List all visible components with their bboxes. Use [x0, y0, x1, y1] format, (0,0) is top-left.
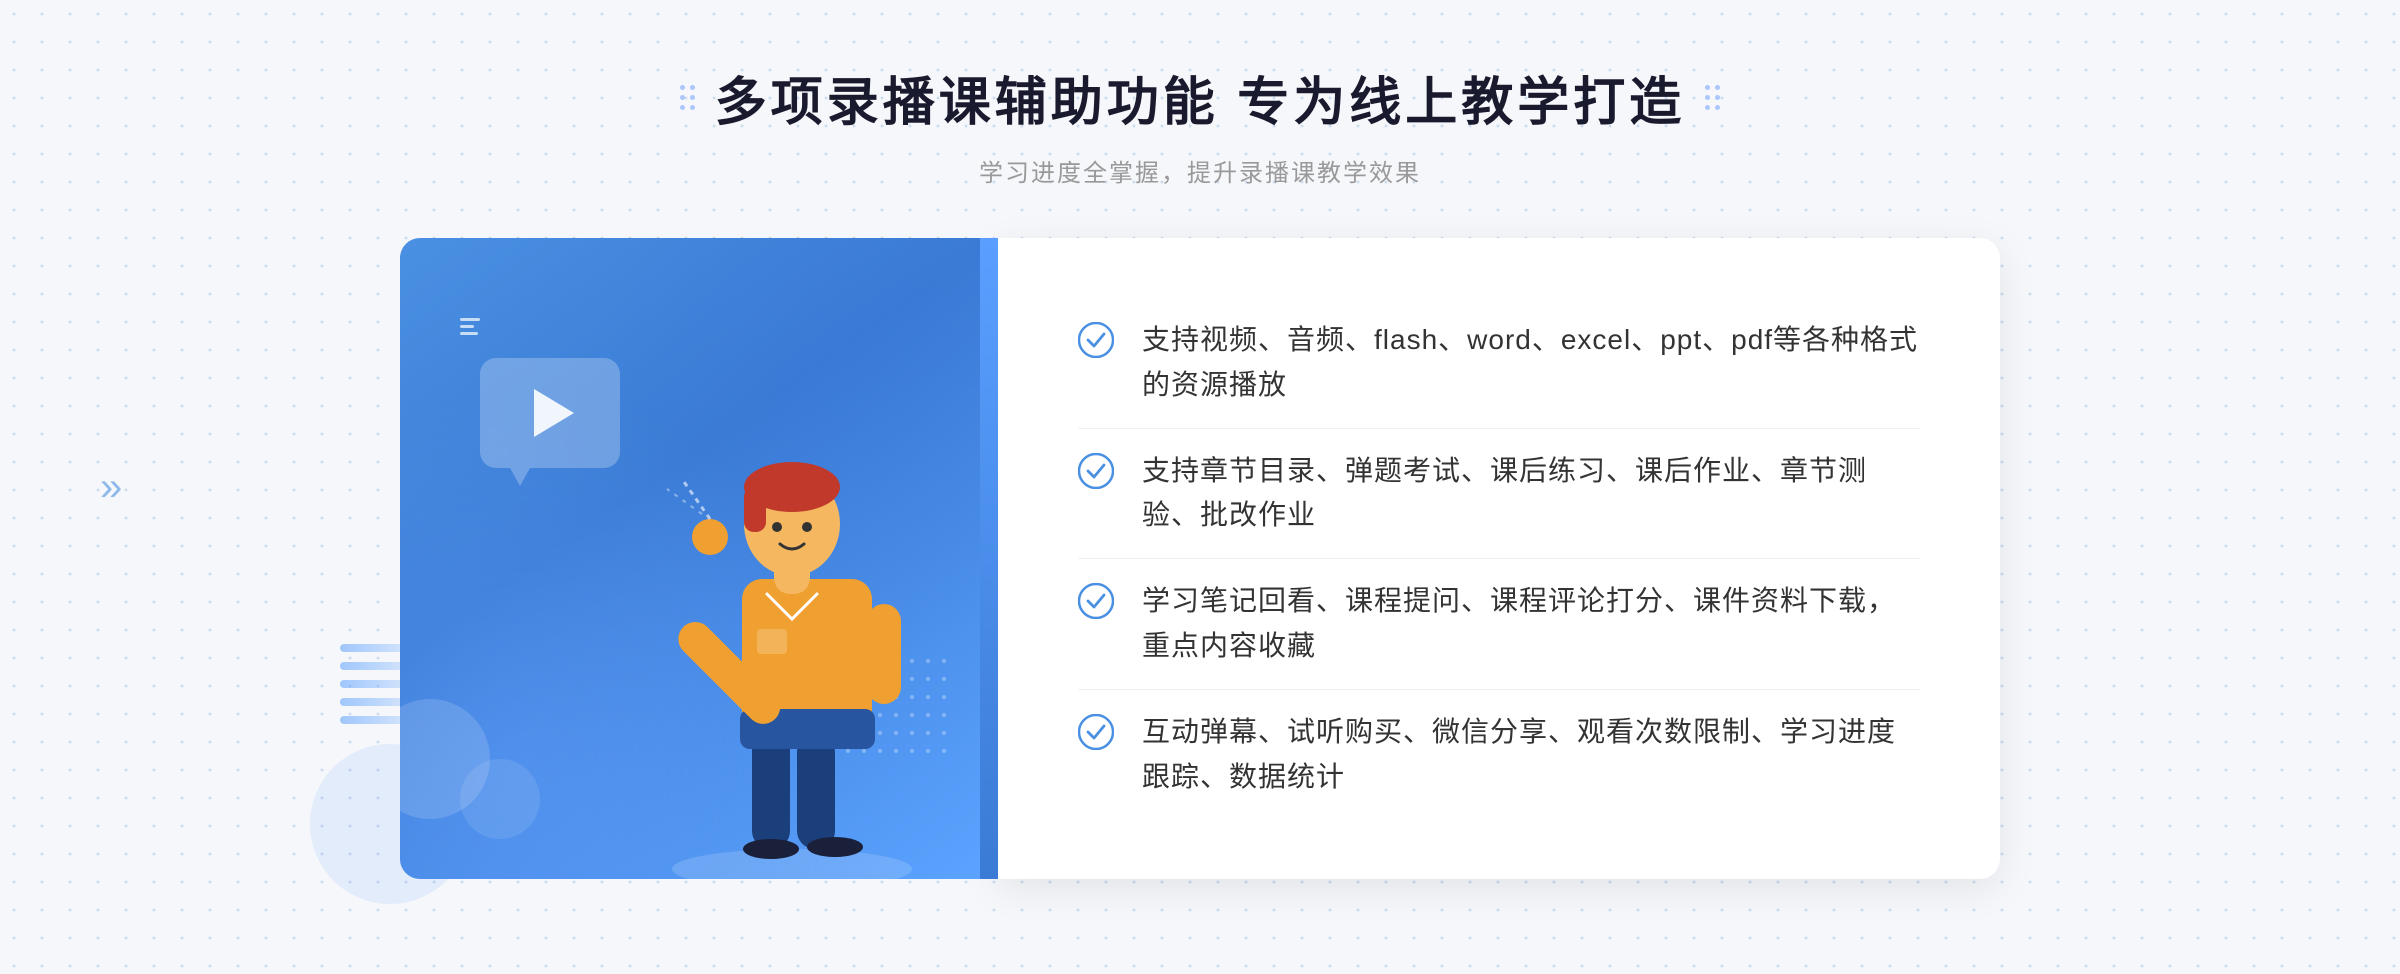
circle-decoration-2 — [460, 759, 540, 839]
features-panel: 支持视频、音频、flash、word、excel、ppt、pdf等各种格式的资源… — [998, 238, 2000, 879]
header-section: 多项录播课辅助功能 专为线上教学打造 学习进度全掌握，提升录播课教学效果 — [680, 60, 1720, 188]
check-icon-1 — [1078, 322, 1114, 358]
check-icon-2 — [1078, 453, 1114, 489]
feature-text-4: 互动弹幕、试听购买、微信分享、观看次数限制、学习进度跟踪、数据统计 — [1142, 710, 1920, 800]
content-section: 支持视频、音频、flash、word、excel、ppt、pdf等各种格式的资源… — [400, 238, 2000, 879]
vertical-connector-bar — [980, 238, 998, 879]
play-bubble — [480, 358, 620, 468]
feature-item-1: 支持视频、音频、flash、word、excel、ppt、pdf等各种格式的资源… — [1078, 298, 1920, 429]
illustration-panel — [400, 238, 980, 879]
page-container: » 多项录播课辅助功能 专为线上教学打造 学习进度全掌握，提升录播课教学效果 — [0, 0, 2400, 974]
feature-text-1: 支持视频、音频、flash、word、excel、ppt、pdf等各种格式的资源… — [1142, 318, 1920, 408]
left-title-dots — [680, 85, 695, 110]
left-decorative-arrows: » — [100, 467, 122, 507]
check-icon-4 — [1078, 714, 1114, 750]
light-ray-1 — [460, 318, 480, 321]
light-ray-3 — [460, 332, 478, 335]
chevron-right-icon: » — [100, 467, 122, 507]
feature-item-2: 支持章节目录、弹题考试、课后练习、课后作业、章节测验、批改作业 — [1078, 429, 1920, 560]
light-rays-decoration — [460, 318, 480, 335]
page-subtitle: 学习进度全掌握，提升录播课教学效果 — [680, 153, 1720, 188]
title-row: 多项录播课辅助功能 专为线上教学打造 — [680, 60, 1720, 135]
check-icon-3 — [1078, 583, 1114, 619]
feature-text-3: 学习笔记回看、课程提问、课程评论打分、课件资料下载，重点内容收藏 — [1142, 579, 1920, 669]
feature-text-2: 支持章节目录、弹题考试、课后练习、课后作业、章节测验、批改作业 — [1142, 449, 1920, 539]
light-ray-2 — [460, 325, 474, 328]
feature-item-4: 互动弹幕、试听购买、微信分享、观看次数限制、学习进度跟踪、数据统计 — [1078, 690, 1920, 820]
feature-item-3: 学习笔记回看、课程提问、课程评论打分、课件资料下载，重点内容收藏 — [1078, 559, 1920, 690]
play-icon — [534, 389, 574, 437]
right-title-dots — [1705, 85, 1720, 110]
page-title: 多项录播课辅助功能 专为线上教学打造 — [715, 60, 1685, 135]
illustration-figure — [622, 359, 962, 879]
